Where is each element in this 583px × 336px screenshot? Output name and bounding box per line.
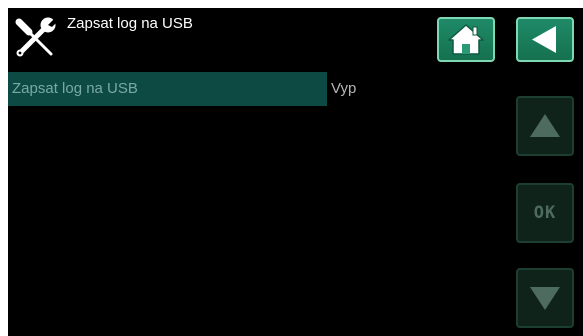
menu-item-label[interactable]: Zapsat log na USB: [8, 72, 327, 106]
display-screen: Zapsat log na USB Zapsat log na USB Vyp …: [8, 8, 583, 336]
menu-row-usb-log[interactable]: Zapsat log na USB Vyp: [8, 72, 428, 106]
menu-item-value: Vyp: [331, 80, 357, 97]
arrow-up-icon: [530, 114, 560, 137]
scroll-up-button[interactable]: [516, 96, 574, 156]
ok-button-label: OK: [533, 203, 557, 223]
scroll-down-button[interactable]: [516, 268, 574, 328]
back-button[interactable]: [516, 17, 574, 62]
tools-icon: [11, 12, 61, 62]
ok-button[interactable]: OK: [516, 183, 574, 243]
home-button[interactable]: [437, 17, 495, 62]
home-icon: [448, 24, 484, 55]
back-arrow-icon: [532, 26, 556, 53]
page-title: Zapsat log na USB: [67, 15, 193, 32]
arrow-down-icon: [530, 287, 560, 310]
